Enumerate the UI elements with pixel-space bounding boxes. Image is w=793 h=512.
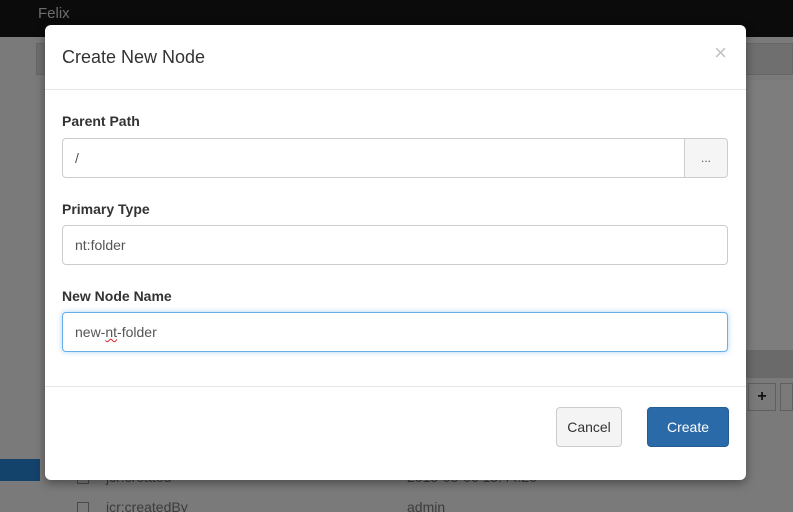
- dialog-body: Parent Path / ... Primary Type nt:folder…: [45, 91, 746, 387]
- close-icon[interactable]: ×: [714, 42, 727, 64]
- node-name-label: New Node Name: [62, 288, 172, 304]
- property-value: admin: [407, 499, 446, 512]
- node-name-input[interactable]: new-nt-folder: [62, 312, 728, 352]
- property-name: jcr:createdBy: [106, 499, 188, 512]
- background-table-header: [740, 350, 793, 378]
- add-property-button[interactable]: +: [748, 383, 776, 411]
- primary-type-input[interactable]: nt:folder: [62, 225, 728, 265]
- parent-path-group: / ...: [62, 138, 728, 178]
- dialog-footer: Cancel Create: [45, 386, 746, 480]
- parent-path-label: Parent Path: [62, 113, 140, 129]
- browse-path-button[interactable]: ...: [684, 138, 728, 178]
- app-brand[interactable]: Felix: [38, 5, 70, 22]
- parent-path-input[interactable]: /: [62, 138, 685, 178]
- dialog-title: Create New Node: [62, 47, 206, 67]
- node-name-prefix: new-: [75, 324, 106, 340]
- remove-property-button[interactable]: [780, 383, 793, 411]
- row-checkbox[interactable]: [77, 502, 89, 512]
- cancel-button[interactable]: Cancel: [556, 407, 622, 447]
- dialog-header: Create New Node ×: [45, 25, 746, 90]
- node-name-suffix: -folder: [117, 324, 157, 340]
- misspelled-word: nt: [105, 324, 118, 340]
- primary-type-label: Primary Type: [62, 201, 150, 217]
- table-row[interactable]: jcr:createdBy admin: [0, 496, 793, 512]
- create-button[interactable]: Create: [647, 407, 729, 447]
- create-node-dialog: Create New Node × Parent Path / ... Prim…: [45, 25, 746, 480]
- background-panel: [740, 80, 793, 350]
